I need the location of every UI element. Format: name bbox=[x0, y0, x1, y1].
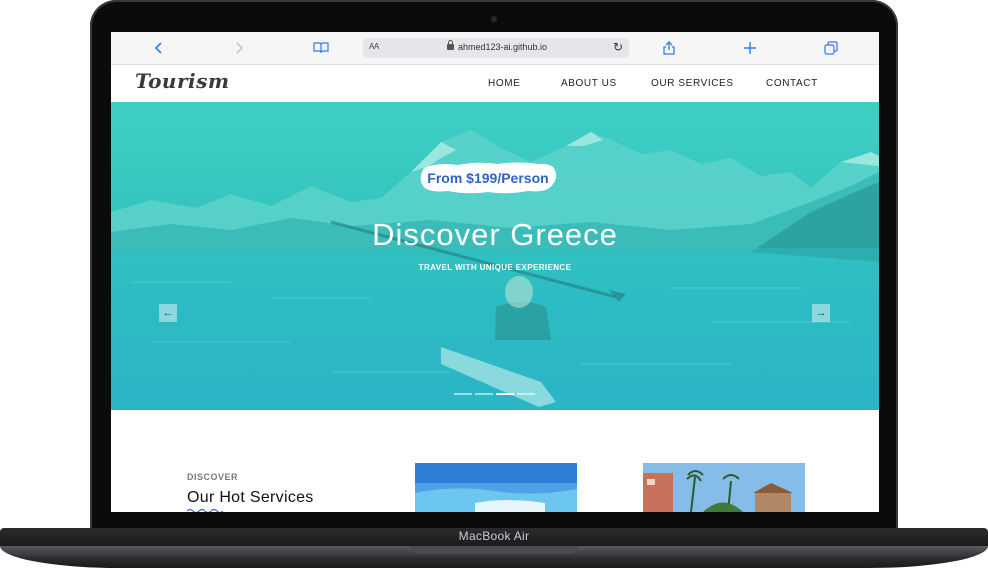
services-section: DISCOVER Our Hot Services bbox=[111, 410, 879, 512]
browser-window: AA ahmed123-ai.github.io ↻ Tourism HOME … bbox=[111, 32, 879, 512]
hero-subtitle: TRAVEL WITH UNIQUE EXPERIENCE bbox=[418, 263, 572, 272]
reload-icon[interactable]: ↻ bbox=[613, 40, 623, 54]
site-header: Tourism HOME ABOUT US OUR SERVICES CONTA… bbox=[111, 65, 879, 102]
slider-prev-button[interactable]: ← bbox=[159, 304, 177, 322]
hero-background-image bbox=[111, 130, 879, 410]
slider-dot[interactable] bbox=[454, 393, 472, 395]
hero-slider: From $199/Person Discover Greece TRAVEL … bbox=[111, 102, 879, 410]
slider-dot[interactable] bbox=[517, 393, 535, 395]
site-logo[interactable]: Tourism bbox=[135, 69, 230, 93]
arrow-right-icon: → bbox=[815, 307, 827, 319]
section-eyebrow: DISCOVER bbox=[187, 472, 239, 482]
slider-dot-active[interactable] bbox=[496, 393, 514, 395]
browser-toolbar: AA ahmed123-ai.github.io ↻ bbox=[111, 32, 879, 65]
service-image-resort[interactable] bbox=[643, 463, 805, 512]
laptop-base: MacBook Air bbox=[0, 528, 988, 568]
nav-about-us[interactable]: ABOUT US bbox=[561, 78, 617, 89]
slider-indicators bbox=[454, 393, 535, 395]
new-tab-icon[interactable] bbox=[740, 38, 760, 58]
nav-home[interactable]: HOME bbox=[488, 78, 520, 89]
address-bar[interactable]: AA ahmed123-ai.github.io ↻ bbox=[363, 38, 629, 58]
slider-dot[interactable] bbox=[475, 393, 493, 395]
slider-next-button[interactable]: → bbox=[812, 304, 830, 322]
price-badge: From $199/Person bbox=[418, 160, 558, 196]
nav-contact[interactable]: CONTACT bbox=[766, 78, 818, 89]
price-badge-text: From $199/Person bbox=[427, 170, 549, 186]
url-text: ahmed123-ai.github.io bbox=[458, 42, 548, 52]
title-underline-squiggle bbox=[187, 508, 223, 512]
section-title: Our Hot Services bbox=[187, 489, 314, 506]
back-icon[interactable] bbox=[149, 38, 169, 58]
lock-icon bbox=[447, 40, 454, 50]
tabs-icon[interactable] bbox=[821, 38, 841, 58]
arrow-left-icon: ← bbox=[162, 307, 174, 319]
hero-title: Discover Greece bbox=[372, 217, 618, 252]
laptop-hinge: MacBook Air bbox=[0, 528, 988, 546]
forward-icon[interactable] bbox=[229, 38, 249, 58]
reader-mode-button[interactable]: AA bbox=[369, 42, 379, 51]
nav-our-services[interactable]: OUR SERVICES bbox=[651, 78, 734, 89]
device-label: MacBook Air bbox=[458, 529, 530, 543]
service-image-beach[interactable] bbox=[415, 463, 577, 512]
camera bbox=[491, 16, 497, 22]
bookmarks-icon[interactable] bbox=[311, 38, 331, 58]
share-icon[interactable] bbox=[659, 38, 679, 58]
laptop-notch bbox=[410, 546, 578, 554]
